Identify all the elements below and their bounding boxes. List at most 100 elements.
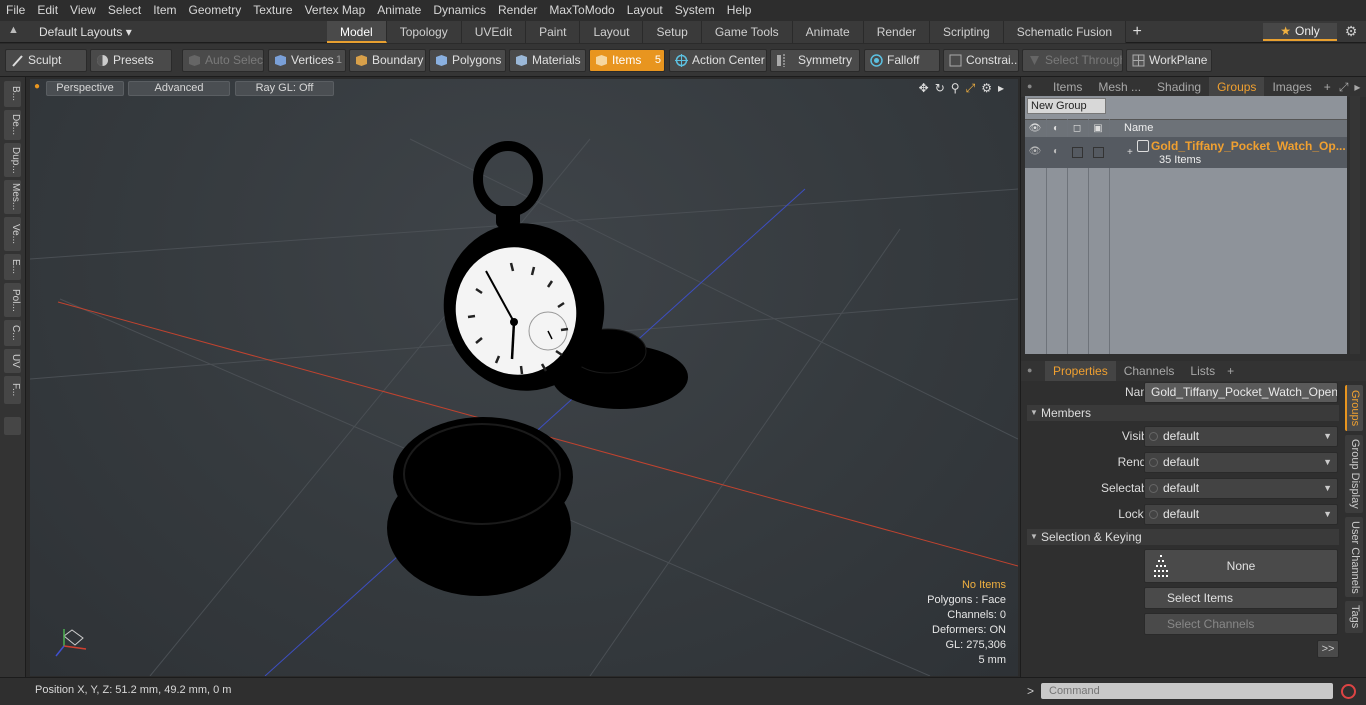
tab-groups[interactable]: Groups (1209, 77, 1265, 97)
polygons-button[interactable]: Polygons (429, 49, 506, 72)
sculpt-button[interactable]: Sculpt (5, 49, 87, 72)
menu-render[interactable]: Render (492, 0, 543, 21)
tab-animate[interactable]: Animate (792, 21, 864, 43)
tab-schematic-fusion[interactable]: Schematic Fusion (1003, 21, 1127, 43)
group-name-field[interactable]: Gold_Tiffany_Pocket_Watch_Open (3 (1144, 382, 1338, 403)
add-tab-icon[interactable]: + (1126, 21, 1148, 43)
select-channels-button[interactable]: Select Channels (1144, 613, 1338, 635)
tab-game-tools[interactable]: Game Tools (701, 21, 793, 43)
left-tab-mesh-edit[interactable]: Mes... (4, 180, 21, 214)
vertices-button[interactable]: Vertices 1 (268, 49, 346, 72)
menu-system[interactable]: System (669, 0, 721, 21)
pan-move-icon[interactable]: ✥ (919, 81, 929, 96)
render-dropdown[interactable]: default ▼ (1144, 452, 1338, 473)
tab-properties[interactable]: Properties (1045, 361, 1116, 381)
panel-expand-icon[interactable]: ⤢ (1335, 77, 1353, 97)
left-tab-uv[interactable]: UV (4, 349, 21, 373)
command-input[interactable] (1041, 683, 1333, 699)
constraints-button[interactable]: Constrai... (943, 49, 1019, 72)
layout-up-arrow-icon[interactable]: ▲ (8, 24, 22, 38)
tab-shading[interactable]: Shading (1149, 77, 1209, 97)
menu-geometry[interactable]: Geometry (183, 0, 248, 21)
viewport-menu-dot-icon[interactable]: ● (34, 81, 40, 92)
left-tab-curve[interactable]: C... (4, 320, 21, 346)
row-select-checkbox[interactable] (1072, 147, 1083, 158)
more-button[interactable]: >> (1317, 640, 1339, 658)
select-through-button[interactable]: Select Through (1022, 49, 1123, 72)
zoom-view-icon[interactable]: ⚲ (951, 81, 960, 96)
members-section[interactable]: ▼ Members (1027, 405, 1339, 421)
new-group-button[interactable]: New Group (1027, 98, 1106, 114)
side-tab-group-display[interactable]: Group Display (1345, 435, 1363, 513)
expand-group-icon[interactable]: + (1127, 147, 1133, 158)
tab-render[interactable]: Render (863, 21, 931, 43)
visible-dropdown[interactable]: default ▼ (1144, 426, 1338, 447)
keying-none-button[interactable]: None (1144, 549, 1338, 583)
tab-uvedit[interactable]: UVEdit (461, 21, 527, 43)
tab-paint[interactable]: Paint (526, 21, 581, 43)
tab-topology[interactable]: Topology (386, 21, 462, 43)
layout-selector[interactable]: Default Layouts ▾ (39, 25, 132, 39)
3d-viewport[interactable]: ● Perspective Advanced Ray GL: Off ✥ ↻ ⚲… (30, 79, 1018, 676)
menu-view[interactable]: View (64, 0, 102, 21)
locked-dropdown[interactable]: default ▼ (1144, 504, 1338, 525)
menu-item[interactable]: Item (147, 0, 182, 21)
materials-button[interactable]: Materials (509, 49, 586, 72)
menu-vertex-map[interactable]: Vertex Map (299, 0, 372, 21)
visibility-eye-icon[interactable]: 👁 (1028, 122, 1042, 136)
tab-channels[interactable]: Channels (1116, 361, 1183, 381)
menu-texture[interactable]: Texture (247, 0, 298, 21)
left-tab-polygon[interactable]: Pol... (4, 283, 21, 317)
viewport-settings-gear-icon[interactable]: ⚙ (981, 81, 992, 96)
select-column-icon[interactable]: ◻ (1070, 122, 1084, 136)
groups-scrollbar[interactable] (1350, 96, 1360, 354)
side-tab-tags[interactable]: Tags (1345, 601, 1363, 633)
falloff-button[interactable]: Falloff (864, 49, 940, 72)
left-tab-duplicate[interactable]: Dup... (4, 143, 21, 177)
action-center-button[interactable]: Action Center (669, 49, 767, 72)
left-tab-vertex[interactable]: Ve... (4, 217, 21, 251)
symmetry-button[interactable]: Symmetry (770, 49, 860, 72)
perspective-dropdown[interactable]: Perspective (46, 81, 124, 96)
tab-mesh[interactable]: Mesh ... (1090, 77, 1149, 97)
record-macro-icon[interactable] (1341, 684, 1356, 699)
menu-edit[interactable]: Edit (31, 0, 64, 21)
tab-items[interactable]: Items (1045, 77, 1090, 97)
left-tab-deform[interactable]: De... (4, 110, 21, 140)
panel-arrow-icon[interactable]: ▸ (1352, 77, 1362, 97)
menu-layout[interactable]: Layout (621, 0, 669, 21)
props-dot-icon[interactable]: ● (1027, 365, 1039, 377)
maximize-view-icon[interactable]: ⤢ (966, 81, 976, 96)
tab-scripting[interactable]: Scripting (930, 21, 1004, 43)
items-button[interactable]: Items 5 (589, 49, 665, 72)
left-tab-extra[interactable] (4, 417, 21, 435)
tab-lists[interactable]: Lists (1182, 361, 1223, 381)
tab-images[interactable]: Images (1264, 77, 1319, 97)
render-column-icon[interactable]: ◐ (1049, 122, 1063, 136)
raygl-dropdown[interactable]: Ray GL: Off (235, 81, 334, 96)
only-toggle[interactable]: ★ Only (1263, 23, 1337, 41)
viewport-expand-arrow-icon[interactable]: ▸ (998, 81, 1004, 96)
tab-layout[interactable]: Layout (580, 21, 644, 43)
auto-select-button[interactable]: Auto Select (182, 49, 264, 72)
row-render-icon[interactable]: ◐ (1049, 145, 1063, 159)
side-tab-user-channels[interactable]: User Channels (1345, 517, 1363, 597)
menu-maxtomodo[interactable]: MaxToModo (543, 0, 620, 21)
rotate-view-icon[interactable]: ↻ (935, 81, 945, 96)
left-tab-basic[interactable]: B... (4, 81, 21, 107)
tab-setup[interactable]: Setup (643, 21, 702, 43)
tab-model[interactable]: Model (327, 21, 387, 43)
settings-gear-icon[interactable]: ⚙ (1342, 23, 1360, 41)
panel-dot-icon[interactable]: ● (1027, 81, 1039, 93)
menu-file[interactable]: File (0, 0, 31, 21)
menu-select[interactable]: Select (102, 0, 147, 21)
side-tab-groups[interactable]: Groups (1345, 385, 1363, 431)
add-panel-tab-icon[interactable]: + (1320, 77, 1335, 97)
row-lock-checkbox[interactable] (1093, 147, 1104, 158)
menu-animate[interactable]: Animate (371, 0, 427, 21)
lock-column-icon[interactable]: ▣ (1091, 122, 1105, 136)
select-items-button[interactable]: Select Items (1144, 587, 1338, 609)
advanced-shading-dropdown[interactable]: Advanced (128, 81, 230, 96)
boundary-button[interactable]: Boundary (349, 49, 426, 72)
presets-button[interactable]: Presets (90, 49, 172, 72)
